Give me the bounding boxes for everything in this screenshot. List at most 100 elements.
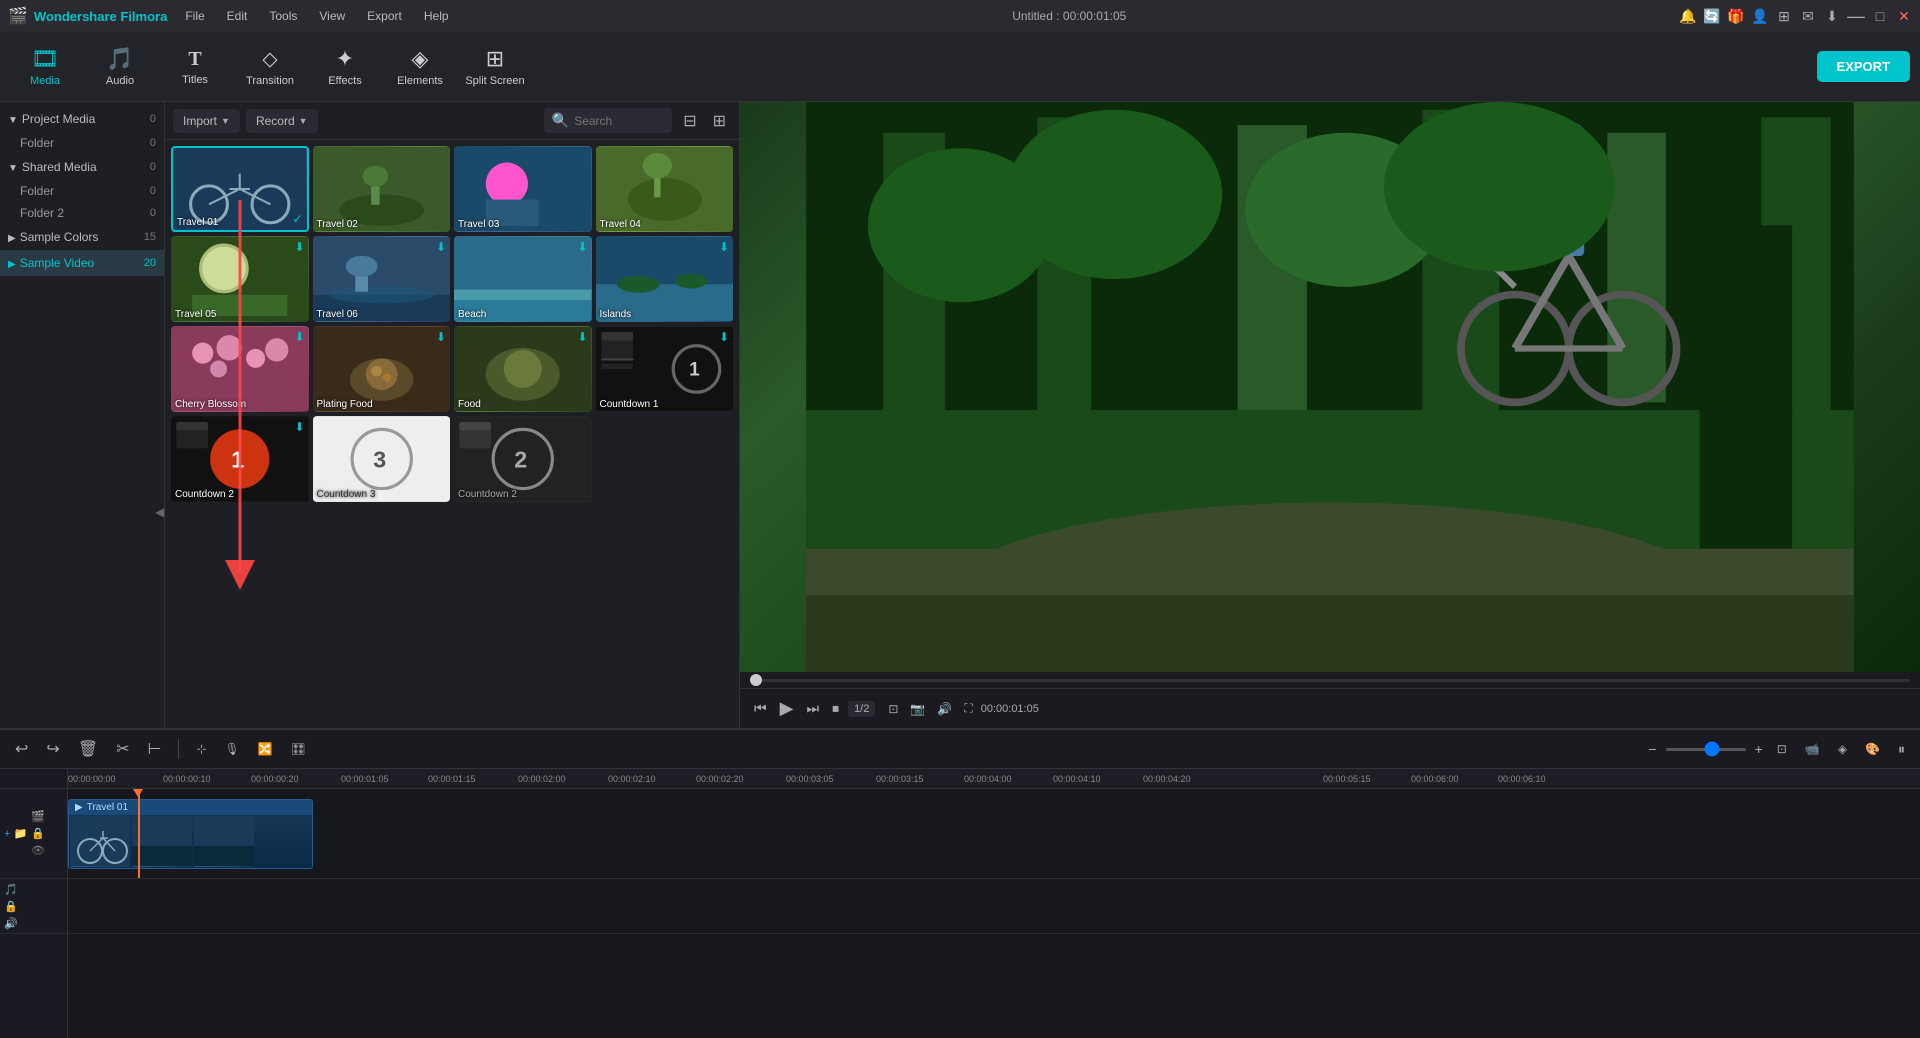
audio-lock-icon[interactable]: 🔒 bbox=[4, 900, 18, 913]
notification-icon[interactable]: 🔔 bbox=[1680, 8, 1696, 24]
media-item-travel04[interactable]: Travel 04 bbox=[596, 146, 734, 232]
app-icon: 🎬 bbox=[8, 6, 28, 26]
media-item-plating[interactable]: Plating Food ⬇ bbox=[313, 326, 451, 412]
close-button[interactable]: ✕ bbox=[1896, 8, 1912, 24]
fast-forward-button[interactable]: ⏭ bbox=[802, 698, 823, 719]
media-item-countdown1[interactable]: 1 Countdown 1 ⬇ bbox=[596, 326, 734, 412]
view-toggle-button[interactable]: ⊞ bbox=[708, 109, 731, 133]
shared-media-folder[interactable]: Folder 0 bbox=[0, 180, 164, 202]
tool-audio[interactable]: 🎵 Audio bbox=[85, 37, 155, 97]
minimize-button[interactable]: — bbox=[1848, 8, 1864, 24]
menu-help[interactable]: Help bbox=[414, 7, 459, 25]
fullscreen-button[interactable]: ⛶ bbox=[960, 699, 976, 718]
search-input[interactable] bbox=[574, 114, 664, 128]
media-item-food[interactable]: Food ⬇ bbox=[454, 326, 592, 412]
media-item-countdown2a[interactable]: 1 Countdown 2 ⬇ bbox=[171, 416, 309, 502]
menu-edit[interactable]: Edit bbox=[217, 7, 258, 25]
main-toolbar: 🎞 Media 🎵 Audio T Titles ⬦ Transition ✦ … bbox=[0, 32, 1920, 102]
zoom-out-button[interactable]: − bbox=[1643, 739, 1661, 759]
preview-size-button[interactable]: ⊡ bbox=[884, 700, 902, 718]
user-icon[interactable]: 👤 bbox=[1752, 8, 1768, 24]
ruler-mark-10: 00:00:04:00 bbox=[964, 774, 1012, 784]
menu-tools[interactable]: Tools bbox=[259, 7, 307, 25]
record-audio-button[interactable]: 🎙 bbox=[220, 740, 245, 758]
media-item-beach[interactable]: Beach ⬇ bbox=[454, 236, 592, 322]
media-item-travel03[interactable]: Travel 03 bbox=[454, 146, 592, 232]
maximize-button[interactable]: □ bbox=[1872, 8, 1888, 24]
screenshot-button[interactable]: 📷 bbox=[906, 700, 929, 718]
zoom-in-button[interactable]: + bbox=[1750, 739, 1768, 759]
pause-timeline-button[interactable]: ⏸ bbox=[1893, 739, 1910, 760]
tool-media[interactable]: 🎞 Media bbox=[10, 37, 80, 97]
sync-icon[interactable]: 🔄 bbox=[1704, 8, 1720, 24]
video-clip-travel01[interactable]: ▶ Travel 01 bbox=[68, 799, 313, 869]
media-item-cherry[interactable]: Cherry Blossom ⬇ bbox=[171, 326, 309, 412]
preview-time-ratio: 1/2 bbox=[848, 701, 875, 717]
filmstrip-frame bbox=[132, 816, 192, 867]
grid-icon[interactable]: ⊞ bbox=[1776, 8, 1792, 24]
zoom-slider[interactable] bbox=[1666, 748, 1746, 751]
media-item-travel01[interactable]: Travel 01 ✓ bbox=[171, 146, 309, 232]
media-item-countdown3[interactable]: 3 Countdown 3 bbox=[313, 416, 451, 502]
shared-media-folder2[interactable]: Folder 2 0 bbox=[0, 202, 164, 224]
camera-button[interactable]: 📹 bbox=[1800, 740, 1825, 758]
media-item-countdown2b[interactable]: 2 Countdown 2 bbox=[454, 416, 592, 502]
play-button[interactable]: ▶ bbox=[776, 696, 798, 721]
gift-icon[interactable]: 🎁 bbox=[1728, 8, 1744, 24]
ruler-mark-12: 00:00:04:20 bbox=[1143, 774, 1191, 784]
panel-collapse-btn[interactable]: ◀ bbox=[155, 505, 164, 519]
mail-icon[interactable]: ✉ bbox=[1800, 8, 1816, 24]
download-icon: ⬇ bbox=[577, 330, 587, 344]
tool-elements[interactable]: ◈ Elements bbox=[385, 37, 455, 97]
titlebar-right: 🔔 🔄 🎁 👤 ⊞ ✉ ⬇ — □ ✕ bbox=[1680, 8, 1912, 24]
marker-button[interactable]: ◈ bbox=[1833, 740, 1852, 758]
audio-mute-icon[interactable]: 🔊 bbox=[4, 917, 18, 930]
filmstrip-frame bbox=[194, 816, 254, 867]
media-item-islands[interactable]: Islands ⬇ bbox=[596, 236, 734, 322]
lock-icon[interactable]: 🔒 bbox=[31, 827, 45, 840]
arrow-icon: ▼ bbox=[8, 115, 18, 126]
media-item-travel05[interactable]: Travel 05 ⬇ bbox=[171, 236, 309, 322]
tool-effects[interactable]: ✦ Effects bbox=[310, 37, 380, 97]
split-button[interactable]: ⊢ bbox=[143, 737, 167, 761]
snap-button[interactable]: ⊹ bbox=[191, 740, 211, 758]
check-icon: ✓ bbox=[292, 212, 302, 226]
media-item-travel06[interactable]: Travel 06 ⬇ bbox=[313, 236, 451, 322]
step-back-button[interactable]: ⏮ bbox=[750, 698, 771, 719]
tool-titles[interactable]: T Titles bbox=[160, 37, 230, 97]
sample-video-header[interactable]: ▶Sample Video 20 bbox=[0, 250, 164, 276]
stop-button[interactable]: ⏹ bbox=[828, 698, 843, 719]
menu-view[interactable]: View bbox=[309, 7, 355, 25]
titles-icon: T bbox=[188, 48, 201, 71]
folder-icon[interactable]: 📁 bbox=[13, 827, 27, 840]
cut-button[interactable]: ✂ bbox=[111, 737, 134, 761]
undo-button[interactable]: ↩ bbox=[10, 737, 33, 761]
audio-settings-button[interactable]: 🎛 bbox=[286, 740, 311, 758]
download-icon[interactable]: ⬇ bbox=[1824, 8, 1840, 24]
add-track-icon[interactable]: + bbox=[4, 828, 10, 840]
tool-splitscreen[interactable]: ⊞ Split Screen bbox=[460, 37, 530, 97]
eye-icon[interactable]: 👁 bbox=[31, 844, 45, 857]
delete-button[interactable]: 🗑 bbox=[73, 737, 103, 761]
coloring-button[interactable]: 🎨 bbox=[1860, 740, 1885, 758]
ruler-mark-11: 00:00:04:10 bbox=[1053, 774, 1101, 784]
menu-file[interactable]: File bbox=[175, 7, 214, 25]
filter-button[interactable]: ⊟ bbox=[678, 109, 701, 133]
import-button[interactable]: Import ▼ bbox=[173, 109, 240, 133]
project-media-folder[interactable]: Folder 0 bbox=[0, 132, 164, 154]
menu-export[interactable]: Export bbox=[357, 7, 412, 25]
media-item-travel02[interactable]: Travel 02 bbox=[313, 146, 451, 232]
ruler-mark-5: 00:00:02:00 bbox=[518, 774, 566, 784]
fit-button[interactable]: ⊡ bbox=[1772, 740, 1792, 758]
project-media-header[interactable]: ▼Project Media 0 bbox=[0, 106, 164, 132]
tool-transition[interactable]: ⬦ Transition bbox=[235, 37, 305, 97]
mix-audio-button[interactable]: 🔀 bbox=[253, 740, 278, 758]
shared-media-header[interactable]: ▼Shared Media 0 bbox=[0, 154, 164, 180]
export-button[interactable]: EXPORT bbox=[1817, 51, 1910, 82]
progress-playhead[interactable] bbox=[750, 674, 762, 686]
sample-colors-header[interactable]: ▶Sample Colors 15 bbox=[0, 224, 164, 250]
progress-track[interactable] bbox=[750, 679, 1910, 682]
record-button[interactable]: Record ▼ bbox=[246, 109, 318, 133]
volume-button[interactable]: 🔊 bbox=[933, 700, 956, 718]
redo-button[interactable]: ↪ bbox=[41, 737, 64, 761]
